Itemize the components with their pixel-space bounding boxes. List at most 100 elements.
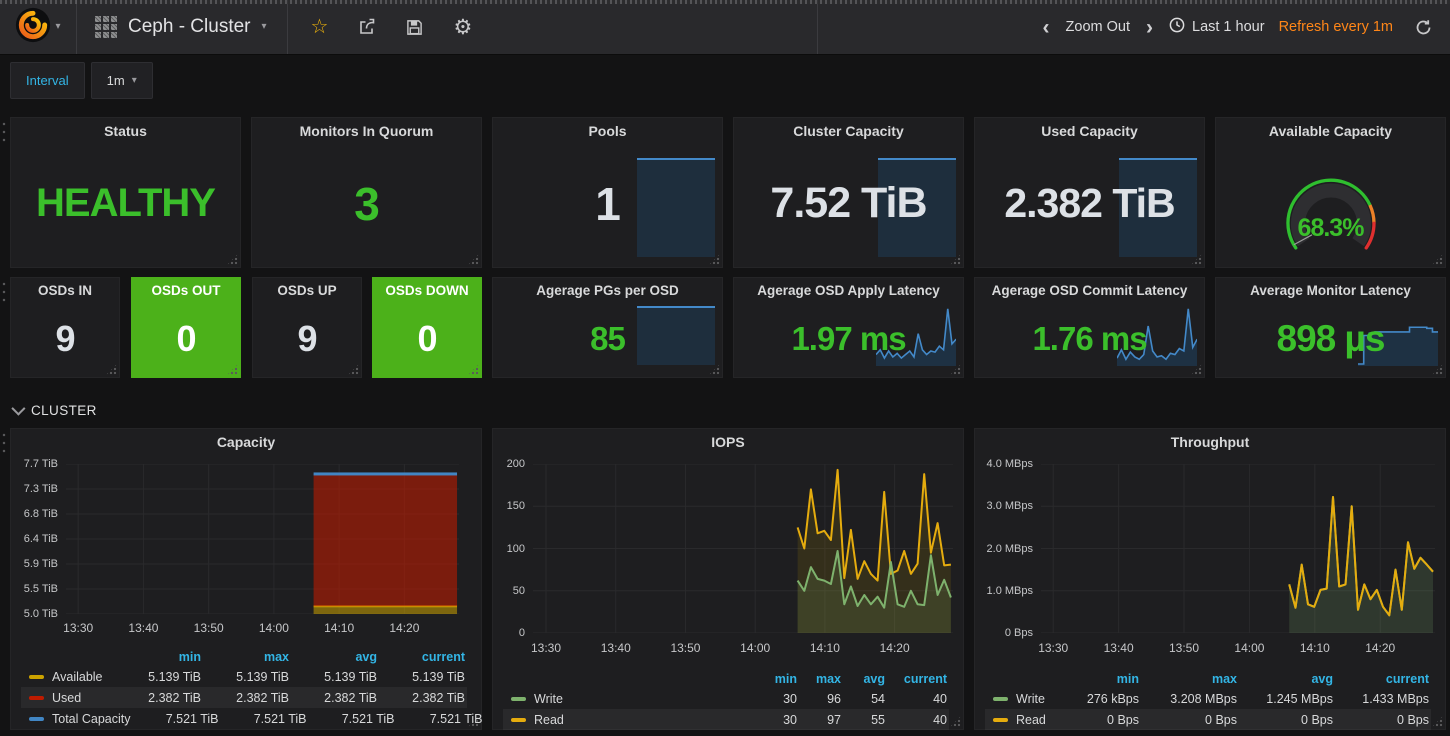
legend-header-min[interactable]: min <box>1051 672 1139 686</box>
panel-title[interactable]: Pools <box>493 118 722 144</box>
row-drag-handle[interactable] <box>1 431 7 457</box>
panel-title[interactable]: Capacity <box>11 429 481 455</box>
legend-header-current[interactable]: current <box>1333 672 1429 686</box>
panel-title[interactable]: OSDs UP <box>253 278 361 304</box>
y-tick-label: 0 Bps <box>975 627 1033 639</box>
legend-header-avg[interactable]: avg <box>1237 672 1333 686</box>
chart-plot-area[interactable] <box>1041 464 1435 633</box>
refresh-interval-button[interactable]: Refresh every 1m <box>1279 19 1393 35</box>
pools-value: 1 <box>493 140 722 267</box>
chart-plot-area[interactable] <box>533 464 953 633</box>
panel-title[interactable]: Monitors In Quorum <box>252 118 481 144</box>
legend-header-current[interactable]: current <box>885 672 947 686</box>
panel-title[interactable]: Used Capacity <box>975 118 1204 144</box>
legend-value: 7.521 TiB <box>131 712 219 726</box>
x-tick-label: 13:40 <box>1089 641 1149 655</box>
legend-header-max[interactable]: max <box>1139 672 1237 686</box>
legend-header-avg[interactable]: avg <box>841 672 885 686</box>
grafana-menu-button[interactable]: ▾ <box>0 0 77 54</box>
row-cluster-toggle[interactable]: CLUSTER <box>12 398 97 422</box>
legend-series-label[interactable]: Read <box>1016 713 1046 727</box>
legend-header-max[interactable]: max <box>797 672 841 686</box>
monitor-latency-value: 898 µs <box>1216 300 1445 377</box>
chart-legend: minmaxavgcurrentAvailable5.139 TiB5.139 … <box>21 647 467 729</box>
y-tick-label: 5.9 TiB <box>11 558 58 570</box>
panel-title[interactable]: Agerage PGs per OSD <box>493 278 722 304</box>
x-tick-label: 14:10 <box>795 641 855 655</box>
refresh-icon[interactable] <box>1415 19 1432 36</box>
panel-title[interactable]: Average Monitor Latency <box>1216 278 1445 304</box>
legend-value: 1.245 MBps <box>1237 692 1333 706</box>
dashboard-picker[interactable]: Ceph - Cluster ▾ <box>77 0 288 54</box>
legend-value: 30 <box>753 713 797 727</box>
panel-title[interactable]: OSDs DOWN <box>373 278 481 304</box>
osds-out-value: 0 <box>132 300 240 377</box>
share-icon[interactable] <box>358 18 376 36</box>
legend-value: 97 <box>797 713 841 727</box>
save-icon[interactable] <box>406 19 423 36</box>
legend-value: 276 kBps <box>1051 692 1139 706</box>
panel-title[interactable]: Available Capacity <box>1216 118 1445 144</box>
grafana-logo-icon <box>15 7 51 48</box>
zoom-out-button[interactable]: Zoom Out <box>1066 19 1130 35</box>
interval-variable-dropdown[interactable]: 1m ▾ <box>91 62 153 99</box>
legend-row: Used2.382 TiB2.382 TiB2.382 TiB2.382 TiB <box>21 687 467 708</box>
legend-header-min[interactable]: min <box>113 650 201 664</box>
panel-title[interactable]: Cluster Capacity <box>734 118 963 144</box>
legend-series-label[interactable]: Available <box>52 670 103 684</box>
panel-title[interactable]: OSDs OUT <box>132 278 240 304</box>
row-drag-handle[interactable] <box>1 120 7 146</box>
section-title: CLUSTER <box>31 403 97 418</box>
legend-value: 0 Bps <box>1051 713 1139 727</box>
x-tick-label: 14:10 <box>309 621 369 635</box>
template-variables-row: Interval 1m ▾ <box>10 62 153 99</box>
panel-osds-down: OSDs DOWN 0 <box>372 277 482 378</box>
y-tick-label: 100 <box>493 543 525 555</box>
panel-title[interactable]: IOPS <box>493 429 963 455</box>
panel-title[interactable]: Status <box>11 118 240 144</box>
panel-resize-handle[interactable] <box>1432 716 1443 727</box>
legend-value: 7.521 TiB <box>219 712 307 726</box>
gear-settings-icon[interactable]: ⚙ <box>453 17 472 38</box>
legend-value: 0 Bps <box>1237 713 1333 727</box>
dashboard-title[interactable]: Ceph - Cluster <box>128 16 251 38</box>
panel-osd-commit-latency: Agerage OSD Commit Latency 1.76 ms <box>974 277 1205 378</box>
legend-header-avg[interactable]: avg <box>289 650 377 664</box>
chevron-down-icon: ▾ <box>55 22 60 32</box>
legend-value: 0 Bps <box>1139 713 1237 727</box>
legend-header-max[interactable]: max <box>201 650 289 664</box>
panel-resize-handle[interactable] <box>1432 254 1443 265</box>
legend-row: Read0 Bps0 Bps0 Bps0 Bps <box>985 709 1431 730</box>
panel-resize-handle[interactable] <box>950 716 961 727</box>
legend-header-min[interactable]: min <box>753 672 797 686</box>
legend-series-label[interactable]: Write <box>1016 692 1045 706</box>
panel-title[interactable]: Agerage OSD Commit Latency <box>975 278 1204 304</box>
legend-series-label[interactable]: Read <box>534 713 564 727</box>
panel-throughput-chart: Throughput 4.0 MBps3.0 MBps2.0 MBps1.0 M… <box>974 428 1446 730</box>
window-top-strip <box>0 0 1450 4</box>
interval-variable-label[interactable]: Interval <box>10 62 85 99</box>
dashboard-grid-icon <box>95 16 117 38</box>
panel-title[interactable]: Throughput <box>975 429 1445 455</box>
chart-plot-area[interactable] <box>66 464 459 614</box>
legend-series-label[interactable]: Write <box>534 692 563 706</box>
y-tick-label: 50 <box>493 585 525 597</box>
panel-osds-up: OSDs UP 9 <box>252 277 362 378</box>
panel-avg-pgs-per-osd: Agerage PGs per OSD 85 <box>492 277 723 378</box>
row-drag-handle[interactable] <box>1 280 7 306</box>
panel-title[interactable]: Agerage OSD Apply Latency <box>734 278 963 304</box>
legend-value: 5.139 TiB <box>377 670 465 684</box>
panel-osds-out: OSDs OUT 0 <box>131 277 241 378</box>
clock-icon <box>1169 17 1185 37</box>
panel-title[interactable]: OSDs IN <box>11 278 119 304</box>
time-forward-icon[interactable]: › <box>1144 17 1155 38</box>
time-range-picker[interactable]: Last 1 hour <box>1169 17 1265 37</box>
x-tick-label: 14:00 <box>244 621 304 635</box>
legend-header-current[interactable]: current <box>377 650 465 664</box>
time-back-icon[interactable]: ‹ <box>1041 17 1052 38</box>
time-controls: ‹ Zoom Out › Last 1 hour Refresh every 1… <box>1041 0 1450 54</box>
star-favorite-icon[interactable]: ☆ <box>311 17 329 37</box>
legend-series-label[interactable]: Used <box>52 691 81 705</box>
legend-series-label[interactable]: Total Capacity <box>52 712 131 726</box>
x-tick-label: 14:20 <box>865 641 925 655</box>
